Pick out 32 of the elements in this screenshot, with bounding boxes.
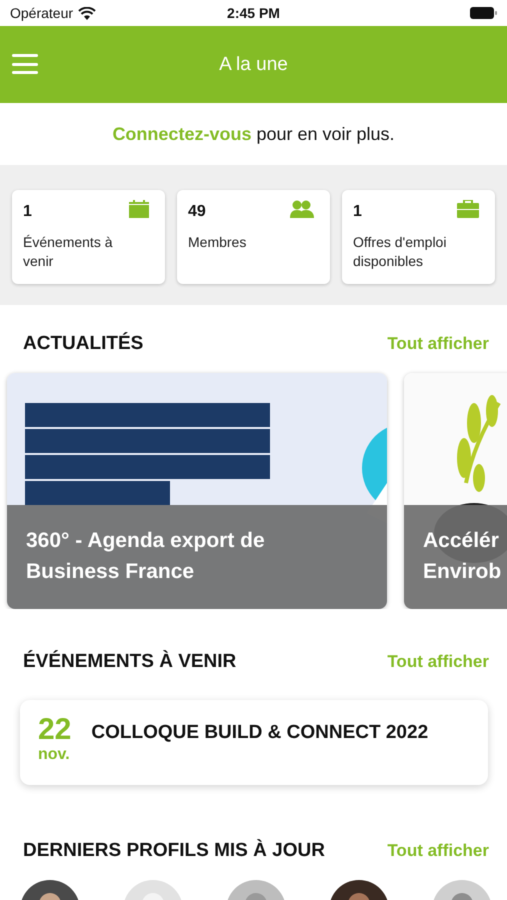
section-title: DERNIERS PROFILS MIS À JOUR xyxy=(23,840,325,862)
news-caption: Accélér xyxy=(423,528,500,554)
section-title: ÉVÉNEMENTS À VENIR xyxy=(23,651,236,673)
news-caption: 360° - Agenda export de xyxy=(26,528,266,554)
status-time: 2:45 PM xyxy=(227,5,280,21)
carrier-name: Opérateur xyxy=(10,5,74,21)
event-card[interactable]: 22 nov. COLLOQUE BUILD & CONNECT 2022 xyxy=(20,700,488,785)
menu-button[interactable] xyxy=(12,54,38,74)
stat-label: Événements à venir xyxy=(23,233,114,271)
login-prompt-text: pour en voir plus. xyxy=(256,124,395,144)
stat-value: 49 xyxy=(188,203,206,221)
calendar-icon xyxy=(129,200,149,218)
briefcase-icon xyxy=(457,200,479,218)
users-icon xyxy=(290,200,314,218)
battery-icon xyxy=(470,7,497,19)
news-card[interactable]: 360° - Agenda export de Business France xyxy=(7,373,387,609)
wifi-icon xyxy=(78,6,96,20)
stat-label: Offres d'emploi disponibles xyxy=(353,233,448,271)
event-title: COLLOQUE BUILD & CONNECT 2022 xyxy=(91,721,428,745)
news-caption: Business France xyxy=(26,559,196,585)
news-card[interactable]: Accélér Envirob xyxy=(404,373,507,609)
stat-value: 1 xyxy=(23,203,32,221)
page-title: A la une xyxy=(219,54,288,76)
event-month: nov. xyxy=(38,746,71,764)
stat-card[interactable]: 49 Membres xyxy=(177,190,330,284)
stat-card[interactable]: 1 Événements à venir xyxy=(12,190,165,284)
news-caption: Envirob xyxy=(423,559,502,585)
stat-label: Membres xyxy=(188,233,248,252)
stat-card[interactable]: 1 Offres d'emploi disponibles xyxy=(342,190,495,284)
section-title: ACTUALITÉS xyxy=(23,333,144,355)
event-day: 22 xyxy=(38,714,72,746)
stat-value: 1 xyxy=(353,203,362,221)
